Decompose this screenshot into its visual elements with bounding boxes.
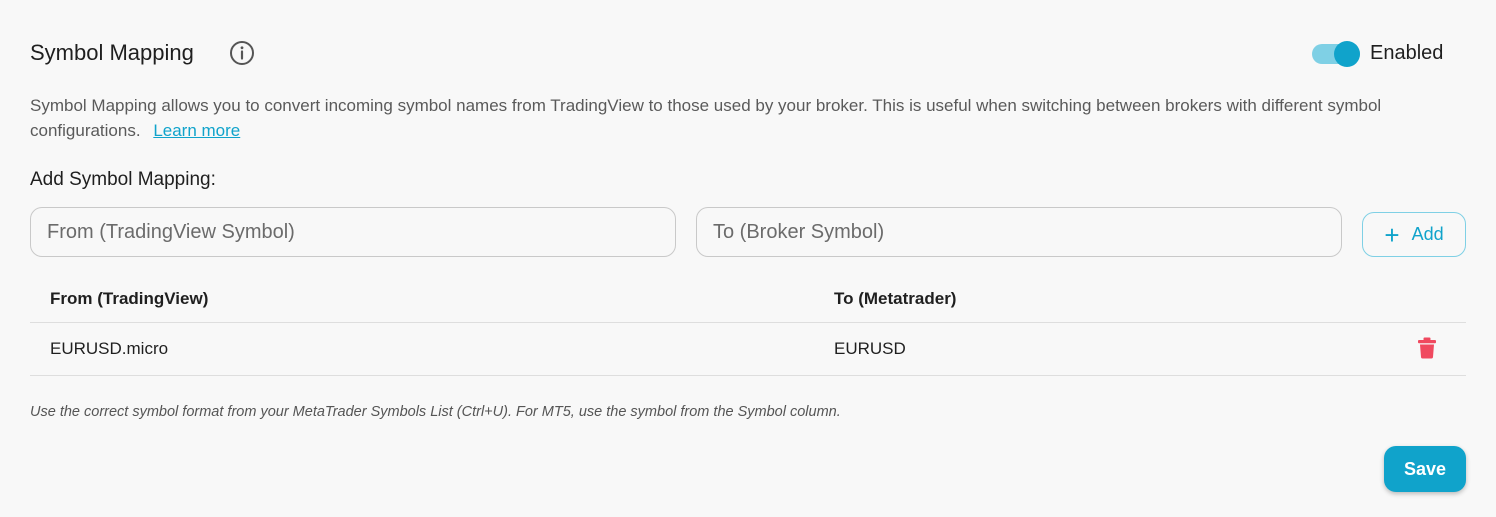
table-row-divider [30, 375, 1466, 376]
plus-icon: + [1384, 219, 1400, 250]
trash-icon-bin [1420, 344, 1434, 359]
toggle-label: Enabled [1370, 42, 1444, 64]
row-to-value: EURUSD [834, 339, 906, 358]
toggle-knob [1334, 41, 1360, 67]
to-symbol-input[interactable] [696, 207, 1342, 257]
symbol-mapping-panel: Symbol Mapping Enabled Symbol Mapping al… [0, 0, 1496, 517]
add-mapping-button[interactable]: + Add [1362, 212, 1466, 257]
enabled-toggle[interactable] [1312, 41, 1360, 67]
learn-more-link[interactable]: Learn more [153, 121, 240, 140]
row-from-value: EURUSD.micro [50, 339, 169, 358]
format-hint: Use the correct symbol format from your … [30, 404, 841, 420]
add-mapping-label: Add Symbol Mapping: [30, 169, 216, 190]
description: Symbol Mapping allows you to convert inc… [30, 93, 1470, 143]
table-header-divider [30, 322, 1466, 323]
trash-icon-lid [1418, 340, 1436, 344]
from-symbol-input[interactable] [30, 207, 676, 257]
column-header-to: To (Metatrader) [834, 289, 957, 308]
save-button[interactable]: Save [1384, 446, 1466, 492]
section-title: Symbol Mapping [30, 40, 194, 65]
info-circle-icon[interactable] [229, 40, 255, 66]
column-header-from: From (TradingView) [50, 289, 209, 308]
trash-icon[interactable] [1417, 337, 1437, 359]
add-button-label: Add [1411, 224, 1444, 244]
info-icon-dot [240, 46, 244, 50]
